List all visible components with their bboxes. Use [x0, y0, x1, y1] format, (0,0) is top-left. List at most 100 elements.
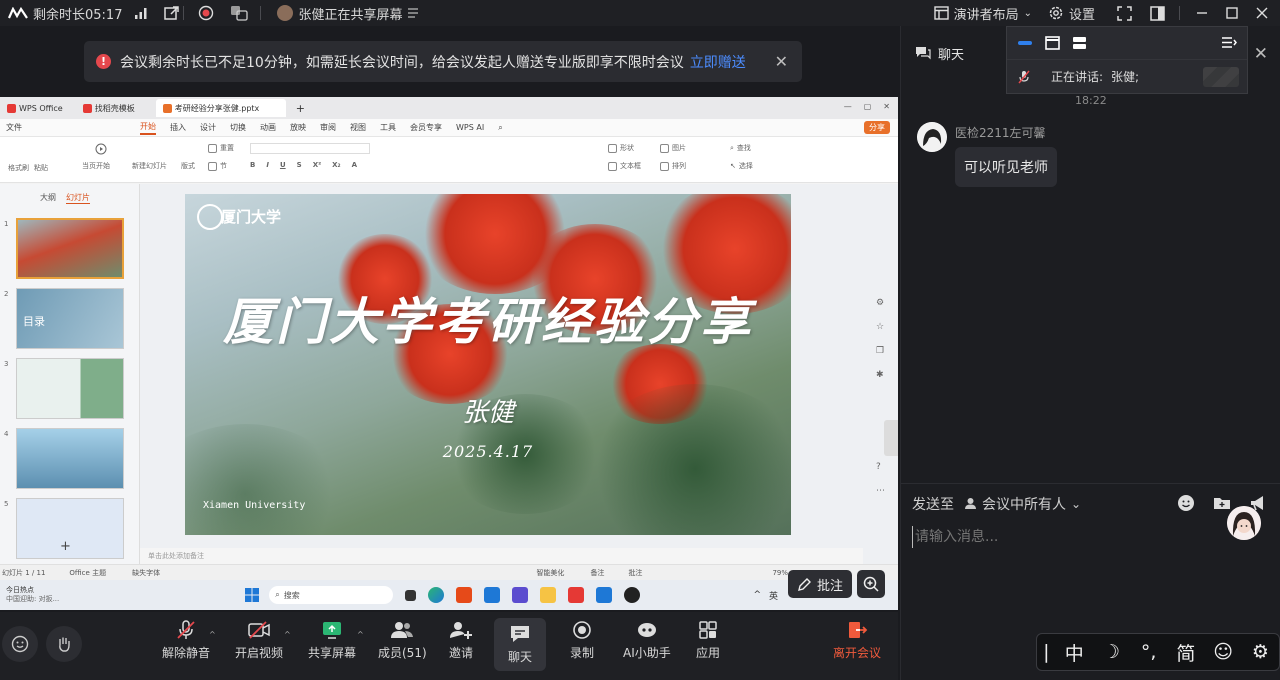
raise-hand-button[interactable] [46, 626, 82, 662]
menu-member[interactable]: 会员专享 [410, 122, 442, 133]
comments-toggle[interactable]: 批注 [628, 568, 642, 578]
chevron-up-icon[interactable]: ^ [357, 630, 364, 639]
meeting-taskbar-icon[interactable] [596, 587, 613, 603]
textbox-button[interactable]: 文本框 [608, 161, 641, 171]
slide-thumb-2[interactable]: 目录 [16, 288, 124, 349]
menu-insert[interactable]: 插入 [170, 122, 186, 133]
news-widget[interactable]: 今日热点 中国迎助: 对扳... [6, 586, 59, 604]
presenter-layout-button[interactable]: 演讲者布局 ⌄ [926, 0, 1040, 26]
apps-button[interactable]: 应用 [696, 620, 720, 661]
chat-close-icon[interactable]: ✕ [1254, 44, 1268, 64]
windows-start-icon[interactable] [245, 588, 260, 602]
current-slide[interactable]: 厦门大学 厦门大学考研经验分享 张健 2025.4.17 Xiamen Univ… [185, 194, 791, 535]
chevron-up-icon[interactable]: ^ [284, 630, 291, 639]
share-button[interactable]: 分享 [864, 121, 890, 134]
ai-assistant-button[interactable]: AI小助手 [623, 620, 671, 661]
folder-icon[interactable] [540, 587, 557, 603]
window-icon[interactable] [1045, 36, 1060, 50]
folder-icon[interactable] [1213, 494, 1231, 512]
punctuation-icon[interactable]: °, [1130, 641, 1167, 663]
notes-area[interactable]: 单击此处添加备注 [140, 548, 863, 564]
menu-view[interactable]: 视图 [350, 122, 366, 133]
new-tab-icon[interactable]: + [296, 102, 305, 115]
sidebar-toggle-icon[interactable] [1150, 5, 1165, 21]
record-icon[interactable] [198, 5, 214, 21]
menu-file[interactable]: 文件 [6, 122, 22, 133]
slide-thumb-4[interactable] [16, 428, 124, 489]
signal-icon[interactable] [134, 7, 148, 19]
section-button[interactable]: 节 [208, 161, 227, 171]
magic-icon[interactable]: ✱ [876, 370, 884, 380]
app-icon[interactable] [512, 587, 529, 603]
select-button[interactable]: ↖ 选择 [730, 161, 753, 171]
font-style-group[interactable]: B I U S X² X₂ A [250, 161, 357, 169]
missing-font[interactable]: 缺失字体 [132, 568, 160, 578]
share-screen-button[interactable]: 共享屏幕 [308, 620, 356, 661]
slide-thumb-3[interactable] [16, 358, 124, 419]
menu-slideshow[interactable]: 放映 [290, 122, 306, 133]
window-close-icon[interactable]: ✕ [883, 102, 890, 111]
collapse-handle[interactable] [884, 420, 898, 456]
copy-icon[interactable]: ❐ [876, 346, 884, 356]
zoom-button[interactable] [857, 570, 885, 598]
start-video-button[interactable]: 开启视频 [235, 620, 283, 661]
window-max-icon[interactable]: ▢ [864, 102, 872, 111]
more-icon[interactable]: ⋯ [876, 486, 885, 496]
input-lang[interactable]: 英 [769, 589, 778, 602]
translate-icon[interactable] [230, 5, 249, 21]
tab-slides[interactable]: 幻灯片 [66, 192, 90, 204]
office-icon[interactable] [456, 587, 473, 603]
annotate-button[interactable]: 批注 [788, 570, 852, 598]
minimize-bar-icon[interactable] [1017, 39, 1033, 47]
star-icon[interactable]: ☆ [876, 322, 884, 332]
taskbar-search[interactable]: ⌕ 搜索 [269, 586, 394, 604]
menu-home[interactable]: 开始 [140, 121, 156, 135]
menu-tools[interactable]: 工具 [380, 122, 396, 133]
maximize-icon[interactable] [1226, 7, 1238, 19]
notes-toggle[interactable]: 备注 [590, 568, 604, 578]
smart-beautify[interactable]: 智能美化 [536, 568, 564, 578]
mail-icon[interactable] [484, 587, 501, 603]
tray-chevron-icon[interactable]: ^ [753, 590, 761, 600]
add-slide-icon[interactable]: + [60, 539, 71, 554]
leave-meeting-button[interactable]: 离开会议 [833, 620, 881, 661]
arrange-button[interactable]: 排列 [660, 161, 686, 171]
popout-icon[interactable] [164, 5, 180, 21]
menu-review[interactable]: 审阅 [320, 122, 336, 133]
reaction-button[interactable] [2, 626, 38, 662]
layout-button[interactable]: 版式 [181, 161, 195, 171]
search-icon[interactable]: ⌕ [498, 123, 502, 133]
record-button[interactable]: 录制 [570, 620, 594, 661]
ime-simplified[interactable]: 简 [1167, 639, 1204, 666]
recipient-select[interactable]: 会议中所有人 ⌄ [964, 494, 1081, 514]
tool-icon[interactable]: ⚙ [876, 298, 884, 308]
emoji-icon[interactable] [1177, 494, 1195, 512]
slide-thumb-1[interactable] [16, 218, 124, 279]
members-button[interactable]: 成员(51) [378, 620, 427, 661]
unmute-button[interactable]: 解除静音 [162, 620, 210, 661]
chat-message-input[interactable] [912, 526, 1212, 548]
find-button[interactable]: ⌕ 查找 [730, 143, 751, 153]
font-select[interactable] [250, 143, 370, 154]
menu-lines-icon[interactable] [407, 8, 419, 18]
close-icon[interactable] [1256, 7, 1268, 19]
gift-now-link[interactable]: 立即赠送 [690, 52, 746, 72]
fullscreen-icon[interactable] [1117, 5, 1132, 21]
gear-icon[interactable]: ⚙ [1242, 641, 1279, 663]
window-min-icon[interactable]: — [844, 102, 852, 111]
picture-button[interactable]: 图片 [660, 143, 686, 153]
menu-wps-ai[interactable]: WPS AI [456, 123, 484, 132]
chevron-up-icon[interactable]: ^ [209, 630, 216, 639]
tab-outline[interactable]: 大纲 [40, 192, 56, 204]
settings-button[interactable]: 设置 [1040, 0, 1103, 26]
qq-icon[interactable] [624, 587, 641, 603]
tab-wps-office[interactable]: WPS Office [0, 99, 70, 117]
shape-button[interactable]: 形状 [608, 143, 634, 153]
from-current-button[interactable]: 当页开始 [82, 161, 110, 171]
minimize-icon[interactable] [1196, 7, 1208, 19]
edge-icon[interactable] [428, 587, 445, 603]
zoom-level[interactable]: 79% [772, 569, 788, 577]
emoji-icon[interactable]: ☺ [1205, 641, 1242, 663]
help-icon[interactable]: ? [876, 462, 881, 472]
list-expand-icon[interactable] [1221, 36, 1237, 49]
